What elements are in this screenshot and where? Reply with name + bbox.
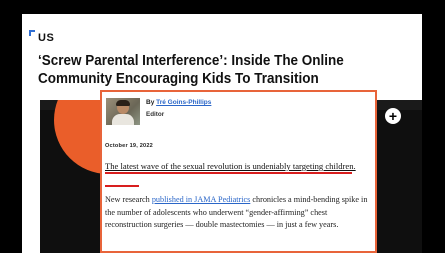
highlighted-article-excerpt: By Tré Goins-Phillips Editor October 19,… [100, 90, 377, 253]
byline-prefix: By [146, 99, 155, 106]
section-label[interactable]: US [38, 32, 54, 44]
avatar-hair [116, 100, 130, 106]
red-underline-line-1 [105, 172, 352, 174]
author-role: Editor [146, 111, 165, 118]
jama-pediatrics-link[interactable]: published in JAMA Pediatrics [152, 195, 250, 204]
body-text-start: New research [105, 195, 152, 204]
avatar-body [112, 114, 134, 125]
byline: By Tré Goins-Phillips [146, 99, 211, 106]
publish-date: October 19, 2022 [105, 143, 153, 149]
red-underline-line-2 [105, 185, 139, 187]
author-avatar[interactable] [106, 98, 140, 125]
article-headline: ‘Screw Parental Interference’: Inside Th… [38, 53, 344, 87]
lede-paragraph: The latest wave of the sexual revolution… [105, 161, 356, 171]
corner-bracket-icon [29, 30, 35, 36]
author-link[interactable]: Tré Goins-Phillips [156, 99, 211, 106]
body-paragraph: New research published in JAMA Pediatric… [105, 194, 373, 232]
plus-circle-icon[interactable]: + [385, 108, 401, 124]
